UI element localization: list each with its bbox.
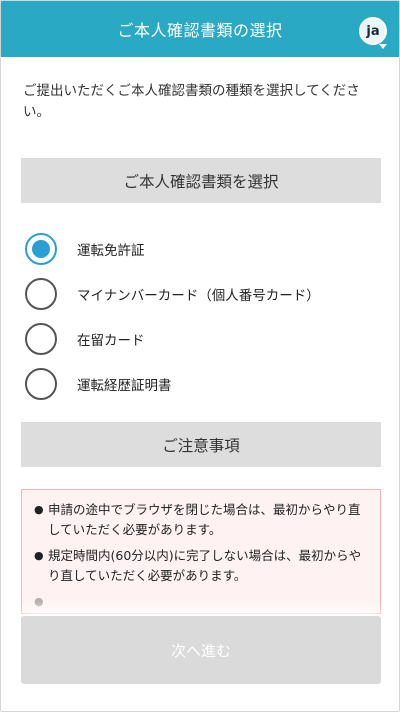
select-document-heading: ご本人確認書類を選択	[21, 158, 381, 203]
document-type-radio-group: 運転免許証 マイナンバーカード（個人番号カード） 在留カード 運転経歴証明書	[25, 226, 375, 406]
page-title: ご本人確認書類の選択	[117, 21, 283, 40]
note-item: ● 規定時間内(60分以内)に完了しない場合は、最初からやり直していただく必要が…	[34, 546, 370, 586]
option-label: 在留カード	[77, 332, 145, 349]
radio-dot	[32, 239, 50, 258]
page-frame: ご本人確認書類の選択 ja ご提出いただくご本人確認書類の種類を選択してください…	[0, 0, 400, 712]
bullet-icon: ●	[34, 595, 44, 608]
intro-text: ご提出いただくご本人確認書類の種類を選択してください。	[23, 83, 360, 120]
note-text: 申請の途中でブラウザを閉じた場合は、最初からやり直していただく必要があります。	[48, 502, 361, 537]
option-drivers-license[interactable]: 運転免許証	[25, 226, 375, 271]
option-label: 運転免許証	[77, 242, 145, 259]
bullet-icon: ●	[34, 503, 44, 516]
radio-selected-icon[interactable]	[25, 232, 57, 265]
option-driving-history-certificate[interactable]: 運転経歴証明書	[25, 361, 375, 406]
notes-box: ● 申請の途中でブラウザを閉じた場合は、最初からやり直していただく必要があります…	[21, 489, 381, 614]
language-label: ja	[366, 23, 380, 39]
bullet-icon: ●	[34, 549, 44, 562]
radio-unselected-icon[interactable]	[25, 322, 57, 355]
option-label: マイナンバーカード（個人番号カード）	[77, 287, 320, 304]
next-button[interactable]: 次へ進む	[21, 616, 381, 684]
language-selector[interactable]: ja	[359, 17, 387, 49]
chevron-down-icon	[379, 44, 387, 49]
option-my-number-card[interactable]: マイナンバーカード（個人番号カード）	[25, 271, 375, 316]
radio-unselected-icon[interactable]	[25, 277, 57, 310]
note-item: ● 申請の途中でブラウザを閉じた場合は、最初からやり直していただく必要があります…	[34, 500, 370, 540]
option-residence-card[interactable]: 在留カード	[25, 316, 375, 361]
note-item-truncated: ●	[34, 592, 370, 612]
app-header: ご本人確認書類の選択 ja	[1, 1, 399, 57]
note-text-placeholder	[48, 592, 370, 612]
note-text: 規定時間内(60分以内)に完了しない場合は、最初からやり直していただく必要があり…	[48, 548, 362, 583]
notes-heading: ご注意事項	[21, 422, 381, 467]
option-label: 運転経歴証明書	[77, 377, 172, 394]
radio-unselected-icon[interactable]	[25, 367, 57, 400]
